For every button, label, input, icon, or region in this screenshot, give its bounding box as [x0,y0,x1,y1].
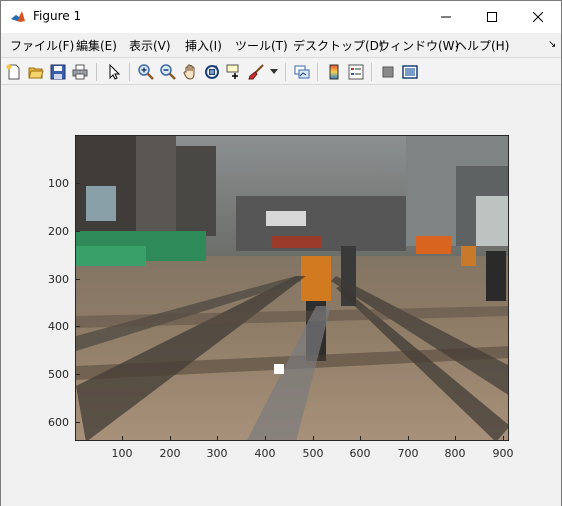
xtick-label: 200 [159,447,181,460]
xtick-mark [313,436,314,441]
dock-figure-icon[interactable]: ↘ [548,39,556,50]
open-file-icon[interactable] [25,61,47,83]
close-icon [533,12,543,22]
xtick-mark [503,436,504,441]
xtick-mark [217,436,218,441]
print-icon[interactable] [69,61,91,83]
menu-edit[interactable]: 編集(E) [76,37,117,54]
legend-icon[interactable] [345,61,367,83]
ytick-label: 200 [48,225,69,238]
save-icon[interactable] [47,61,69,83]
menu-desktop[interactable]: デスクトップ(D) [293,37,384,54]
ytick-label: 300 [48,273,69,286]
zoom-out-icon[interactable] [157,61,179,83]
xtick-mark [170,436,171,441]
toolbar-separator [96,63,97,81]
matlab-logo-icon [10,9,26,25]
pointer-icon[interactable] [103,61,125,83]
ytick-label: 400 [48,320,69,333]
rotate-3d-icon[interactable] [201,61,223,83]
title-bar: Figure 1 [1,1,561,33]
maximize-icon [487,12,497,22]
xtick-mark [408,436,409,441]
xtick-mark [265,436,266,441]
menu-help[interactable]: ヘルプ(H) [455,37,509,54]
ytick-label: 600 [48,416,69,429]
image-axes[interactable] [75,135,509,441]
colorbar-icon[interactable] [323,61,345,83]
xtick-label: 400 [254,447,276,460]
brush-dropdown-icon[interactable] [267,61,281,83]
ytick-mark [75,326,80,327]
window-title: Figure 1 [33,9,82,23]
figure-window: Figure 1 ファイル(F) 編集(E) 表示(V) 挿入(I) ツール(T… [0,0,562,506]
xtick-label: 700 [397,447,419,460]
toolbar-separator [285,63,286,81]
hide-plot-tools-icon[interactable] [377,61,399,83]
figure-toolbar [1,57,561,85]
xtick-label: 800 [444,447,466,460]
menu-bar: ファイル(F) 編集(E) 表示(V) 挿入(I) ツール(T) デスクトップ(… [1,33,561,57]
ytick-mark [75,374,80,375]
menu-tools[interactable]: ツール(T) [235,37,288,54]
menu-file[interactable]: ファイル(F) [10,37,74,54]
figure-canvas[interactable]: 100 200 300 400 500 600 100 200 300 400 … [1,86,561,506]
close-button[interactable] [515,1,561,33]
zoom-in-icon[interactable] [135,61,157,83]
show-plot-tools-icon[interactable] [399,61,421,83]
brush-icon[interactable] [245,61,267,83]
minimize-button[interactable] [423,1,469,33]
xtick-label: 100 [111,447,133,460]
xtick-mark [360,436,361,441]
ytick-label: 100 [48,177,69,190]
toolbar-separator [371,63,372,81]
link-plot-icon[interactable] [291,61,313,83]
new-figure-icon[interactable] [3,61,25,83]
menu-insert[interactable]: 挿入(I) [185,37,222,54]
minimize-icon [441,16,451,18]
data-cursor-icon[interactable] [223,61,245,83]
xtick-label: 900 [492,447,514,460]
ytick-label: 500 [48,368,69,381]
pan-icon[interactable] [179,61,201,83]
ytick-mark [75,231,80,232]
toolbar-separator [129,63,130,81]
menu-window[interactable]: ウィンドウ(W) [378,37,459,54]
menu-view[interactable]: 表示(V) [129,37,171,54]
xtick-mark [122,436,123,441]
xtick-mark [455,436,456,441]
toolbar-separator [317,63,318,81]
xtick-label: 600 [349,447,371,460]
ytick-mark [75,183,80,184]
ytick-mark [75,422,80,423]
maximize-button[interactable] [469,1,515,33]
ytick-mark [75,279,80,280]
xtick-label: 500 [302,447,324,460]
xtick-label: 300 [206,447,228,460]
pixelated-image [76,136,508,440]
